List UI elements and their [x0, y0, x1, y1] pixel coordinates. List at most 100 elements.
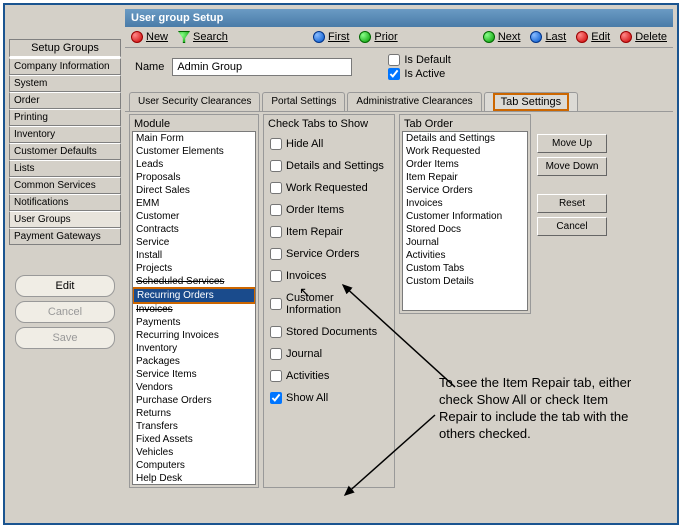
name-input[interactable]: [172, 58, 352, 76]
sidebar-item[interactable]: Payment Gateways: [9, 228, 121, 245]
move-up-button[interactable]: Move Up: [537, 134, 607, 153]
module-item[interactable]: Purchase Orders: [133, 394, 255, 407]
sidebar-item[interactable]: Order: [9, 92, 121, 109]
module-item[interactable]: Customer: [133, 210, 255, 223]
module-item[interactable]: Packages: [133, 355, 255, 368]
is-default-label: Is Default: [404, 54, 450, 66]
move-down-button[interactable]: Move Down: [537, 157, 607, 176]
order-item[interactable]: Item Repair: [403, 171, 527, 184]
bullet-icon: [359, 31, 371, 43]
filter-icon: [178, 31, 190, 43]
order-panel-title: Tab Order: [402, 117, 528, 131]
module-item[interactable]: Returns: [133, 407, 255, 420]
sidebar-item[interactable]: Printing: [9, 109, 121, 126]
sidebar-item[interactable]: Lists: [9, 160, 121, 177]
module-item[interactable]: EMM: [133, 197, 255, 210]
prior-button[interactable]: Prior: [359, 31, 397, 43]
sidebar-item[interactable]: User Groups: [9, 211, 121, 228]
module-item[interactable]: Proposals: [133, 171, 255, 184]
reset-button[interactable]: Reset: [537, 194, 607, 213]
order-item[interactable]: Work Requested: [403, 145, 527, 158]
module-item[interactable]: Payments: [133, 316, 255, 329]
order-item[interactable]: Customer Information: [403, 210, 527, 223]
order-item[interactable]: Custom Details: [403, 275, 527, 288]
tab-checkbox[interactable]: [270, 138, 282, 150]
edit-toolbar-button[interactable]: Edit: [576, 31, 610, 43]
tab-checkbox[interactable]: [270, 298, 282, 310]
module-item[interactable]: Projects: [133, 262, 255, 275]
order-item[interactable]: Service Orders: [403, 184, 527, 197]
check-label: Service Orders: [286, 248, 359, 260]
name-label: Name: [135, 61, 164, 73]
tab-checkbox[interactable]: [270, 326, 282, 338]
tab-checkbox[interactable]: [270, 348, 282, 360]
cancel-order-button[interactable]: Cancel: [537, 217, 607, 236]
annotation-text: To see the Item Repair tab, either check…: [439, 375, 639, 443]
order-item[interactable]: Journal: [403, 236, 527, 249]
module-item[interactable]: Recurring Invoices: [133, 329, 255, 342]
last-button[interactable]: Last: [530, 31, 566, 43]
tab-checkbox[interactable]: [270, 270, 282, 282]
module-item[interactable]: Help Desk: [133, 472, 255, 485]
module-item[interactable]: Invoices: [133, 303, 255, 316]
module-item[interactable]: Contracts: [133, 223, 255, 236]
check-label: Details and Settings: [286, 160, 384, 172]
tab-checkbox[interactable]: [270, 226, 282, 238]
module-item[interactable]: Recurring Orders: [132, 287, 256, 304]
module-item[interactable]: Service Items: [133, 368, 255, 381]
module-item[interactable]: Leads: [133, 158, 255, 171]
module-item[interactable]: Vehicles: [133, 446, 255, 459]
order-item[interactable]: Details and Settings: [403, 132, 527, 145]
order-item[interactable]: Activities: [403, 249, 527, 262]
tab[interactable]: Portal Settings: [262, 92, 345, 111]
module-item[interactable]: Fixed Assets: [133, 433, 255, 446]
sidebar-header: Setup Groups: [9, 39, 121, 58]
next-button[interactable]: Next: [483, 31, 521, 43]
edit-button[interactable]: Edit: [15, 275, 115, 297]
order-item[interactable]: Stored Docs: [403, 223, 527, 236]
module-item[interactable]: Service: [133, 236, 255, 249]
tab[interactable]: Tab Settings: [484, 92, 579, 111]
module-item[interactable]: Direct Sales: [133, 184, 255, 197]
first-button[interactable]: First: [313, 31, 349, 43]
sidebar-item[interactable]: Notifications: [9, 194, 121, 211]
delete-button[interactable]: Delete: [620, 31, 667, 43]
module-item[interactable]: Install: [133, 249, 255, 262]
module-item[interactable]: Main Form: [133, 132, 255, 145]
tab-checkbox[interactable]: [270, 182, 282, 194]
sidebar-item[interactable]: Customer Defaults: [9, 143, 121, 160]
order-item[interactable]: Invoices: [403, 197, 527, 210]
module-item[interactable]: Customer Elements: [133, 145, 255, 158]
order-item[interactable]: Order Items: [403, 158, 527, 171]
tab-checkbox[interactable]: [270, 204, 282, 216]
check-panel-title: Check Tabs to Show: [266, 117, 392, 131]
save-button[interactable]: Save: [15, 327, 115, 349]
bullet-icon: [131, 31, 143, 43]
toolbar: New Search First Prior Next Last Edit De…: [125, 27, 673, 48]
tab-checkbox[interactable]: [270, 160, 282, 172]
tab-checkbox[interactable]: [270, 248, 282, 260]
module-item[interactable]: Inventory: [133, 342, 255, 355]
module-list[interactable]: Main FormCustomer ElementsLeadsProposals…: [132, 131, 256, 485]
new-button[interactable]: New: [131, 31, 168, 43]
search-button[interactable]: Search: [178, 31, 228, 43]
module-item[interactable]: Vendors: [133, 381, 255, 394]
tab[interactable]: User Security Clearances: [129, 92, 260, 111]
module-item[interactable]: Transfers: [133, 420, 255, 433]
tab[interactable]: Administrative Clearances: [347, 92, 481, 111]
sidebar-item[interactable]: Common Services: [9, 177, 121, 194]
is-active-checkbox[interactable]: [388, 68, 400, 80]
module-item[interactable]: Computers: [133, 459, 255, 472]
tab-order-list[interactable]: Details and SettingsWork RequestedOrder …: [402, 131, 528, 311]
cancel-button[interactable]: Cancel: [15, 301, 115, 323]
is-default-checkbox[interactable]: [388, 54, 400, 66]
bullet-icon: [620, 31, 632, 43]
order-item[interactable]: Custom Tabs: [403, 262, 527, 275]
tab-checkbox[interactable]: [270, 370, 282, 382]
check-label: Work Requested: [286, 182, 368, 194]
sidebar-item[interactable]: Company Information: [9, 58, 121, 75]
check-label: Journal: [286, 348, 322, 360]
tab-checkbox[interactable]: [270, 392, 282, 404]
sidebar-item[interactable]: System: [9, 75, 121, 92]
sidebar-item[interactable]: Inventory: [9, 126, 121, 143]
